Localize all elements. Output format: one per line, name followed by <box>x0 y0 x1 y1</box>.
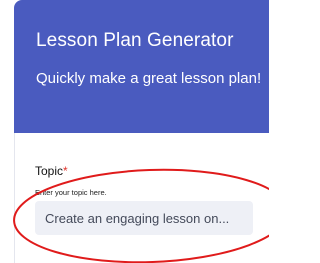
topic-input[interactable] <box>35 201 253 235</box>
form-card: Topic* Enter your topic here. <box>14 133 269 263</box>
topic-label: Topic* <box>35 164 68 178</box>
required-asterisk: * <box>63 164 68 178</box>
page-subtitle: Quickly make a great lesson plan! <box>36 70 262 87</box>
app-header: Lesson Plan Generator Quickly make a gre… <box>14 0 269 133</box>
topic-label-text: Topic <box>35 164 64 178</box>
page-title: Lesson Plan Generator <box>36 30 234 51</box>
topic-help-text: Enter your topic here. <box>35 188 107 197</box>
page: Lesson Plan Generator Quickly make a gre… <box>0 0 269 263</box>
